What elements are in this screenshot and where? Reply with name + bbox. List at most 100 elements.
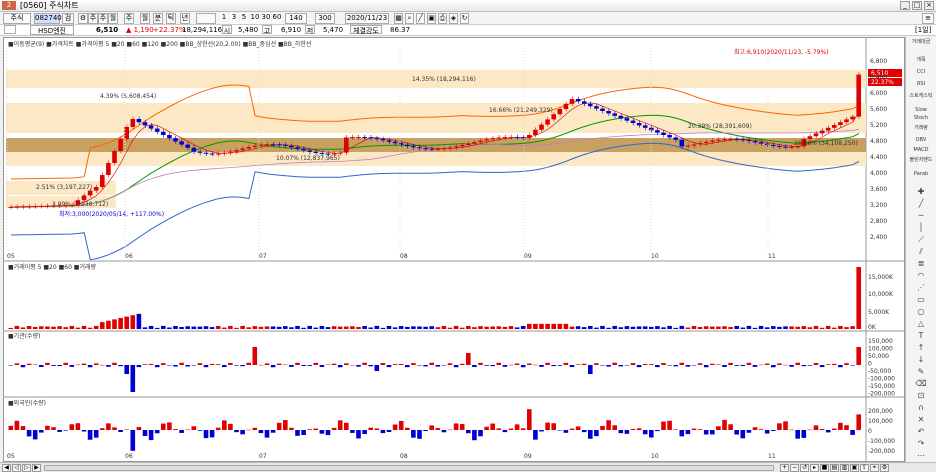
chart-type-tick[interactable]: 틱	[166, 13, 176, 24]
options-button[interactable]: ⚙	[880, 464, 889, 472]
triangle-icon[interactable]: △	[912, 319, 930, 329]
text-icon[interactable]: T	[912, 331, 930, 341]
chart-type-day[interactable]: 주	[88, 13, 98, 24]
stock-code-input[interactable]: 082740	[34, 13, 62, 24]
print-icon[interactable]: ⎙	[438, 13, 447, 24]
hline-icon[interactable]: ─	[912, 211, 930, 221]
eraser-icon[interactable]: ⌫	[912, 379, 930, 389]
zoom-icon[interactable]: ⌕	[405, 13, 414, 24]
interval-3[interactable]: 3	[230, 13, 238, 24]
interval-30[interactable]: 30	[261, 13, 271, 24]
quote-bar: HSD엔진 6,510 ▲ 1,190 +22.37% 18,294,116 시…	[0, 25, 936, 36]
indicator-trade-amount[interactable]: 거래대금	[908, 39, 934, 45]
count-input[interactable]: 140	[285, 13, 307, 24]
line-icon[interactable]: ╱	[416, 13, 425, 24]
volume-bar	[825, 325, 831, 329]
volume-bar	[276, 326, 282, 329]
candle-body	[20, 206, 26, 208]
indicator-gap[interactable]: 개폭	[908, 57, 934, 63]
market-select[interactable]: 주식	[3, 13, 31, 24]
trend-icon[interactable]: ⟋	[912, 235, 930, 245]
line-draw-icon[interactable]: ╱	[912, 199, 930, 209]
close-button[interactable]: ×	[924, 1, 934, 10]
interval-1[interactable]: 1	[220, 13, 228, 24]
indicator-macd[interactable]: MACD	[908, 147, 934, 153]
arc-icon[interactable]: ◠	[912, 271, 930, 281]
layout-button[interactable]: ▤	[830, 464, 839, 472]
scroll-last-button[interactable]: ▶	[32, 464, 41, 472]
play-button[interactable]: ▸	[810, 464, 819, 472]
channel-icon[interactable]: ⫽	[912, 247, 930, 257]
refresh-icon[interactable]: ↻	[460, 13, 469, 24]
redo-icon[interactable]: ↷	[912, 439, 930, 449]
chart-type-bun[interactable]: 분	[153, 13, 163, 24]
magnet-icon[interactable]: ∩	[912, 403, 930, 413]
reset-button[interactable]: ↺	[800, 464, 809, 472]
zoom-out-button[interactable]: −	[790, 464, 799, 472]
search-button[interactable]: 검	[62, 13, 74, 24]
indicator-rsi[interactable]: RSI	[908, 81, 934, 87]
foreign-bar	[728, 424, 733, 430]
institution-bar	[734, 365, 739, 366]
max-count-input[interactable]: 300	[315, 13, 335, 24]
save-icon[interactable]: ▣	[427, 13, 436, 24]
indicator-parab[interactable]: Parab	[908, 171, 934, 177]
export-button[interactable]: ⇪	[860, 464, 869, 472]
undo-icon[interactable]: ↶	[912, 427, 930, 437]
maximize-button[interactable]: □	[912, 1, 922, 10]
circle-icon[interactable]: ○	[912, 307, 930, 317]
scroll-first-button[interactable]: ◀	[2, 464, 11, 472]
crosshair-icon[interactable]: ✚	[912, 187, 930, 197]
indicator-volume[interactable]: 거래량	[908, 125, 934, 131]
interval-input[interactable]	[196, 13, 216, 24]
indicator-slow[interactable]: Slow	[908, 107, 934, 113]
chart-type-month[interactable]: 월	[108, 13, 118, 24]
candle-body	[777, 145, 782, 147]
grid-icon[interactable]: ▦	[394, 13, 403, 24]
indicator-cci[interactable]: CCI	[908, 69, 934, 75]
interval-5[interactable]: 5	[240, 13, 248, 24]
scroll-next-button[interactable]: ▷	[22, 464, 31, 472]
volume-bar	[612, 325, 617, 329]
menu-icon[interactable]: ≡	[922, 13, 934, 24]
chart-type-wol[interactable]: 월	[140, 13, 150, 24]
stop-button[interactable]: ■	[820, 464, 829, 472]
interval-10[interactable]: 10	[250, 13, 260, 24]
chart-type-week[interactable]: 주	[98, 13, 108, 24]
candle-body	[691, 144, 697, 146]
stock-chart[interactable]: ■이동평균(9) ■가격차트 ■가격이평 5 ■20 ■60 ■120 ■200…	[4, 38, 904, 461]
stock-type-select[interactable]	[4, 25, 16, 34]
institution-bar	[636, 365, 642, 368]
arrow-up-icon[interactable]: ↑	[912, 343, 930, 353]
candle-body	[697, 143, 703, 145]
scroll-prev-button[interactable]: ◁	[12, 464, 21, 472]
indicator-stoch[interactable]: Stoch	[908, 115, 934, 121]
rect-icon[interactable]: ▭	[912, 295, 930, 305]
delete-icon[interactable]: ✕	[912, 415, 930, 425]
arrow-down-icon[interactable]: ↓	[912, 355, 930, 365]
vline-icon[interactable]: │	[912, 223, 930, 233]
settings-icon[interactable]: ◈	[449, 13, 458, 24]
pen-icon[interactable]: ✎	[912, 367, 930, 377]
lock-icon[interactable]: ⊡	[912, 391, 930, 401]
indicator-bollinger[interactable]: 볼린저밴드	[908, 157, 934, 163]
institution-bar	[14, 363, 20, 365]
zoom-in-button[interactable]: +	[780, 464, 789, 472]
fan-icon[interactable]: ⋰	[912, 283, 930, 293]
date-input[interactable]: 2020/11/23	[345, 13, 389, 24]
chart-area[interactable]: ■이동평균(9) ■가격차트 ■가격이평 5 ■20 ■60 ■120 ■200…	[3, 37, 905, 462]
minimize-button[interactable]: _	[900, 1, 910, 10]
split-button[interactable]: ▥	[840, 464, 849, 472]
chart-type-year[interactable]: 년	[180, 13, 190, 24]
foreign-bar	[331, 427, 337, 430]
chart-type-ju[interactable]: 주	[124, 13, 134, 24]
more-icon[interactable]: ⋯	[912, 451, 930, 461]
interval-60[interactable]: 60	[272, 13, 282, 24]
indicator-obv[interactable]: OBV	[908, 137, 934, 143]
horizontal-scrollbar[interactable]	[44, 465, 774, 471]
indicator-stochastic[interactable]: 스토캐스틱	[908, 93, 934, 99]
fib-icon[interactable]: ≣	[912, 259, 930, 269]
gear-icon[interactable]: ⚙	[78, 13, 88, 24]
pin-button[interactable]: ⌖	[870, 464, 879, 472]
snapshot-button[interactable]: ▣	[850, 464, 859, 472]
